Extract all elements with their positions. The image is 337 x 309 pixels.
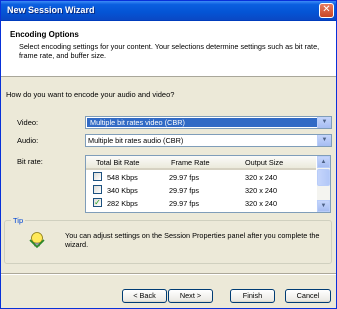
bitrate-label: Bit rate: [17,157,43,166]
tip-legend: Tip [11,216,26,225]
button-separator [1,273,336,275]
chevron-up-icon: ▲ [320,159,327,165]
row-bit-rate: 548 Kbps [107,173,138,182]
scroll-thumb[interactable] [317,169,330,186]
audio-select-value: Multiple bit rates audio (CBR) [88,136,184,145]
lightbulb-icon [29,232,45,249]
row-frame-rate: 29.97 fps [169,186,200,195]
table-row[interactable]: 340 Kbps 29.97 fps 320 x 240 [86,184,316,196]
title-bar[interactable]: New Session Wizard ✕ [1,1,336,21]
close-icon: ✕ [322,4,331,15]
close-button[interactable]: ✕ [319,3,334,18]
column-header[interactable]: Frame Rate [171,158,210,167]
tip-text: You can adjust settings on the Session P… [65,231,320,249]
back-button[interactable]: < Back [122,289,167,303]
page-title: Encoding Options [10,30,79,39]
finish-button[interactable]: Finish [230,289,275,303]
scroll-down-button[interactable]: ▼ [317,200,330,212]
window-title: New Session Wizard [7,5,95,15]
table-row[interactable]: ✓ 282 Kbps 29.97 fps 320 x 240 [86,197,316,209]
row-checkbox[interactable]: ✓ [93,198,102,207]
wizard-window: New Session Wizard ✕ Encoding Options Se… [0,0,337,309]
chevron-down-icon[interactable]: ▼ [317,117,331,128]
bitrate-table: Total Bit Rate Frame Rate Output Size 54… [85,155,331,213]
video-label: Video: [17,118,39,127]
page-description: Select encoding settings for your conten… [19,42,320,60]
row-checkbox[interactable] [93,185,102,194]
row-frame-rate: 29.97 fps [169,199,200,208]
cancel-button[interactable]: Cancel [285,289,331,303]
encode-question: How do you want to encode your audio and… [6,90,175,99]
row-frame-rate: 29.97 fps [169,173,200,182]
checkmark-icon: ✓ [94,198,101,207]
scroll-up-button[interactable]: ▲ [317,156,330,168]
header-panel: Encoding Options Select encoding setting… [1,21,336,77]
table-header: Total Bit Rate Frame Rate Output Size [86,156,316,170]
row-output-size: 320 x 240 [245,186,278,195]
video-select-value: Multiple bit rates video (CBR) [87,118,317,127]
column-header[interactable]: Output Size [245,158,283,167]
next-button[interactable]: Next > [168,289,213,303]
chevron-down-icon: ▼ [320,203,327,209]
table-scrollbar[interactable]: ▲ ▼ [317,156,330,212]
row-output-size: 320 x 240 [245,173,278,182]
row-checkbox[interactable] [93,172,102,181]
chevron-down-icon[interactable]: ▼ [317,135,331,146]
audio-label: Audio: [17,136,39,145]
tip-group: Tip You can adjust settings on the Sessi… [4,216,332,264]
table-row[interactable]: 548 Kbps 29.97 fps 320 x 240 [86,171,316,183]
row-output-size: 320 x 240 [245,199,278,208]
audio-select[interactable]: Multiple bit rates audio (CBR) ▼ [85,134,332,147]
video-select[interactable]: Multiple bit rates video (CBR) ▼ [85,116,332,129]
row-bit-rate: 340 Kbps [107,186,138,195]
column-header[interactable]: Total Bit Rate [96,158,139,167]
row-bit-rate: 282 Kbps [107,199,138,208]
